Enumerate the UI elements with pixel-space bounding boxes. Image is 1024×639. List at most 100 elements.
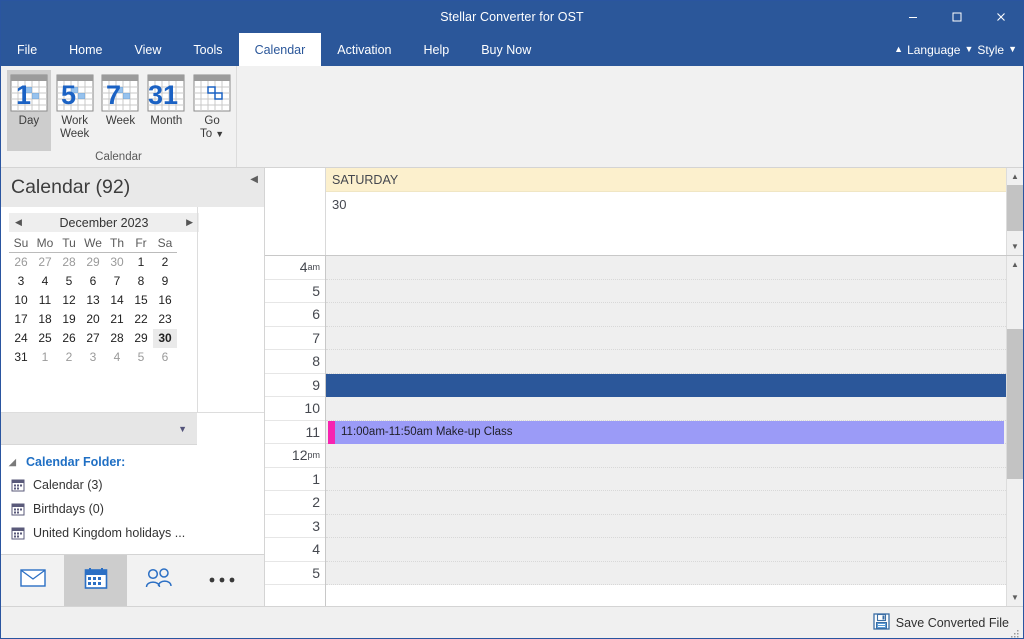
date-cell[interactable]: 21 xyxy=(105,310,129,329)
date-cell[interactable]: 27 xyxy=(81,329,105,348)
date-cell[interactable]: 2 xyxy=(153,253,177,272)
date-cell[interactable]: 3 xyxy=(81,348,105,367)
tab-home[interactable]: Home xyxy=(53,33,118,66)
maximize-button[interactable] xyxy=(935,1,979,33)
time-slot[interactable] xyxy=(326,538,1006,562)
date-cell-selected[interactable]: 30 xyxy=(153,329,177,348)
close-button[interactable] xyxy=(979,1,1023,33)
scroll-down-icon[interactable]: ▼ xyxy=(1007,238,1023,255)
nav-button-people[interactable] xyxy=(127,555,190,606)
all-day-scroll-thumb[interactable] xyxy=(1007,185,1023,231)
date-cell[interactable]: 10 xyxy=(9,291,33,310)
time-grid-scrollbar[interactable]: ▲ ▼ xyxy=(1006,256,1023,606)
date-cell[interactable]: 4 xyxy=(105,348,129,367)
date-cell[interactable]: 19 xyxy=(57,310,81,329)
nav-button-mail[interactable] xyxy=(1,555,64,606)
time-slot[interactable] xyxy=(326,256,1006,280)
date-cell[interactable]: 23 xyxy=(153,310,177,329)
triangle-expanded-icon[interactable]: ◢ xyxy=(9,457,19,468)
date-cell[interactable]: 28 xyxy=(105,329,129,348)
date-cell[interactable]: 26 xyxy=(57,329,81,348)
ribbon-button-go-to[interactable]: Go To ▼ xyxy=(190,70,234,151)
date-cell[interactable]: 26 xyxy=(9,253,33,272)
date-cell[interactable]: 24 xyxy=(9,329,33,348)
time-slot[interactable] xyxy=(326,444,1006,468)
time-slot[interactable] xyxy=(326,514,1006,538)
date-cell[interactable]: 5 xyxy=(57,272,81,291)
time-grid-scroll-track[interactable] xyxy=(1007,273,1023,589)
minimize-button[interactable] xyxy=(891,1,935,33)
folder-dropdown-strip[interactable]: ▼ xyxy=(1,413,197,445)
scroll-up-icon[interactable]: ▲ xyxy=(1007,256,1023,273)
date-cell[interactable]: 18 xyxy=(33,310,57,329)
calendar-folder-header[interactable]: ◢ Calendar Folder: xyxy=(1,451,264,473)
time-slot[interactable] xyxy=(326,561,1006,585)
ribbon-button-work-week[interactable]: 5 Work Week xyxy=(53,70,97,151)
date-cell[interactable]: 25 xyxy=(33,329,57,348)
tab-buy-now[interactable]: Buy Now xyxy=(465,33,547,66)
appointment-item[interactable]: 11:00am-11:50am Make-up Class xyxy=(328,420,1004,444)
date-cell[interactable]: 14 xyxy=(105,291,129,310)
time-slot-area[interactable]: 11:00am-11:50am Make-up Class xyxy=(326,256,1006,606)
nav-button-more[interactable] xyxy=(190,555,253,606)
date-cell[interactable]: 29 xyxy=(129,329,153,348)
date-cell[interactable]: 12 xyxy=(57,291,81,310)
tab-view[interactable]: View xyxy=(119,33,178,66)
date-cell[interactable]: 30 xyxy=(105,253,129,272)
chevron-right-icon[interactable]: ▶ xyxy=(186,217,193,228)
time-slot[interactable] xyxy=(326,397,1006,421)
date-cell[interactable]: 1 xyxy=(33,348,57,367)
date-cell[interactable]: 20 xyxy=(81,310,105,329)
folder-item-calendar[interactable]: Calendar (3) xyxy=(1,473,264,497)
ribbon-button-day[interactable]: 1 Day xyxy=(7,70,51,151)
tab-file[interactable]: File xyxy=(1,33,53,66)
language-selector[interactable]: ▲ Language xyxy=(892,43,962,57)
date-cell[interactable]: 15 xyxy=(129,291,153,310)
tab-activation[interactable]: Activation xyxy=(321,33,407,66)
date-cell[interactable]: 31 xyxy=(9,348,33,367)
ribbon-button-month[interactable]: 31 Month xyxy=(144,70,188,151)
chevron-down-icon[interactable]: ▼ xyxy=(178,424,187,434)
date-cell[interactable]: 16 xyxy=(153,291,177,310)
time-slot[interactable] xyxy=(326,350,1006,374)
date-cell[interactable]: 6 xyxy=(153,348,177,367)
folder-item-birthdays[interactable]: Birthdays (0) xyxy=(1,497,264,521)
date-cell[interactable]: 3 xyxy=(9,272,33,291)
collapse-left-icon[interactable]: ◀ xyxy=(250,174,258,185)
time-slot[interactable] xyxy=(326,279,1006,303)
time-slot[interactable] xyxy=(326,491,1006,515)
date-cell[interactable]: 9 xyxy=(153,272,177,291)
date-cell[interactable]: 27 xyxy=(33,253,57,272)
date-cell[interactable]: 8 xyxy=(129,272,153,291)
chevron-left-icon[interactable]: ◀ xyxy=(15,217,22,228)
time-slot[interactable] xyxy=(326,303,1006,327)
all-day-scroll-track[interactable] xyxy=(1007,185,1023,238)
all-day-scrollbar[interactable]: ▲ ▼ xyxy=(1006,168,1023,255)
date-cell[interactable]: 13 xyxy=(81,291,105,310)
language-chevron-down-icon[interactable]: ▼ xyxy=(964,45,973,54)
time-selection-band[interactable] xyxy=(326,373,1006,397)
date-cell[interactable]: 1 xyxy=(129,253,153,272)
resize-grip-icon[interactable] xyxy=(1010,626,1020,638)
day-column-header[interactable]: SATURDAY 30 xyxy=(326,168,1006,255)
date-cell[interactable]: 7 xyxy=(105,272,129,291)
date-cell[interactable]: 4 xyxy=(33,272,57,291)
style-chevron-down-icon[interactable]: ▼ xyxy=(1008,45,1017,54)
date-cell[interactable]: 5 xyxy=(129,348,153,367)
scroll-up-icon[interactable]: ▲ xyxy=(1007,168,1023,185)
tab-calendar[interactable]: Calendar xyxy=(238,33,322,66)
tab-tools[interactable]: Tools xyxy=(177,33,238,66)
ribbon-button-week[interactable]: 7 Week xyxy=(99,70,143,151)
style-selector[interactable]: Style xyxy=(975,43,1006,57)
folder-item-uk-holidays[interactable]: United Kingdom holidays ... xyxy=(1,521,264,545)
goto-chevron-down-icon[interactable]: ▼ xyxy=(215,130,224,139)
date-cell[interactable]: 28 xyxy=(57,253,81,272)
date-cell[interactable]: 29 xyxy=(81,253,105,272)
date-cell[interactable]: 22 xyxy=(129,310,153,329)
time-slot[interactable] xyxy=(326,326,1006,350)
scroll-down-icon[interactable]: ▼ xyxy=(1007,589,1023,606)
date-cell[interactable]: 17 xyxy=(9,310,33,329)
nav-button-calendar[interactable] xyxy=(64,555,127,606)
save-converted-file-button[interactable]: Save Converted File xyxy=(873,612,1009,633)
time-grid-scroll-thumb[interactable] xyxy=(1007,329,1023,479)
